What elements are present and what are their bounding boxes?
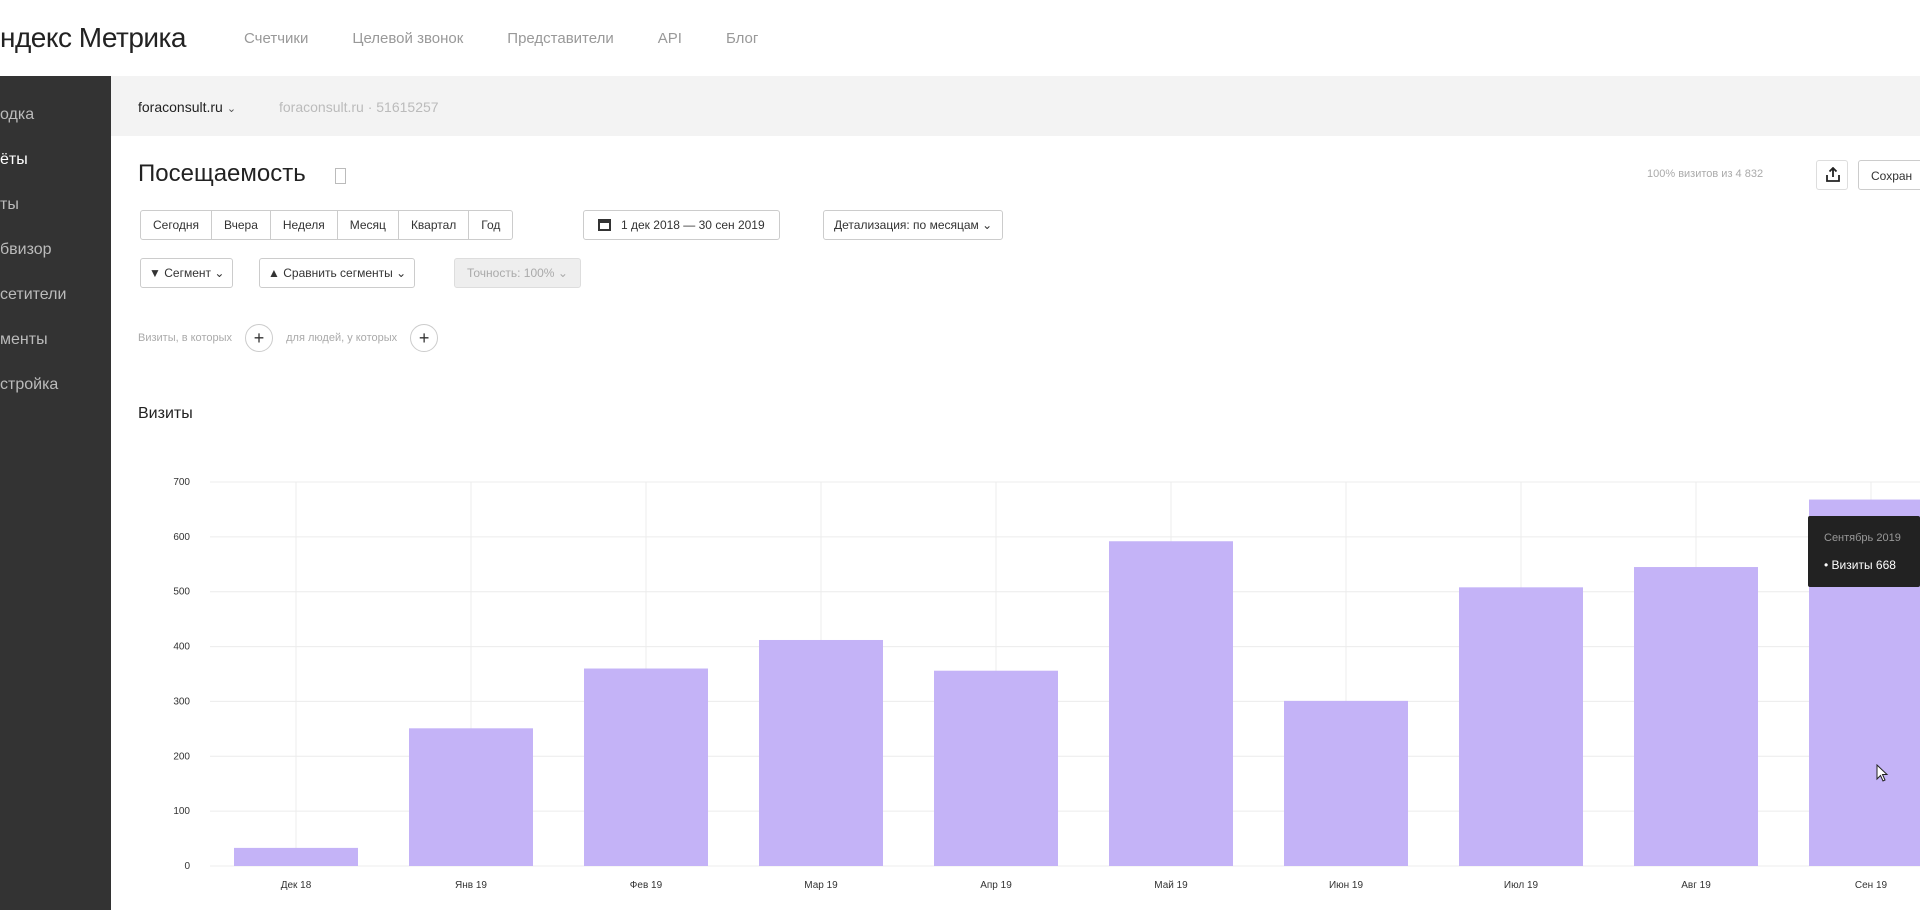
chevron-down-icon: ⌄ bbox=[396, 266, 407, 280]
y-tick-label: 700 bbox=[173, 477, 190, 488]
y-tick-label: 300 bbox=[173, 696, 190, 707]
period-yesterday-button[interactable]: Вчера bbox=[212, 211, 271, 239]
x-tick-label: Апр 19 bbox=[980, 880, 1012, 891]
bar-9 bbox=[1634, 567, 1758, 866]
export-icon bbox=[1826, 167, 1840, 182]
bar-3 bbox=[584, 668, 708, 866]
detail-label: Детализация: по месяцам bbox=[834, 218, 979, 232]
accuracy-selector[interactable]: Точность: 100% ⌄ bbox=[454, 258, 581, 288]
x-tick-label: Май 19 bbox=[1154, 880, 1188, 891]
filter-row: Визиты, в которых + для людей, у которых… bbox=[138, 324, 448, 352]
visits-filter-label: Визиты, в которых bbox=[138, 331, 232, 344]
segment-button[interactable]: ▼ Сегмент ⌄ bbox=[140, 258, 234, 288]
tooltip-title: Сентябрь 2019 bbox=[1824, 532, 1901, 544]
add-visit-filter-button[interactable]: + bbox=[245, 324, 274, 352]
nav-representatives[interactable]: Представители bbox=[507, 30, 613, 47]
top-bar: ндекс Метрика Счетчики Целевой звонок Пр… bbox=[0, 0, 1920, 76]
chevron-down-icon: ⌄ bbox=[226, 103, 237, 115]
tooltip-value: • Визиты 668 bbox=[1824, 558, 1896, 572]
segment-label: Сегмент bbox=[164, 266, 211, 280]
save-report-button[interactable]: Сохран bbox=[1858, 160, 1920, 190]
export-button[interactable] bbox=[1816, 160, 1848, 190]
bar-4 bbox=[759, 639, 883, 866]
nav-counters[interactable]: Счетчики bbox=[244, 30, 308, 47]
bookmark-icon[interactable] bbox=[335, 168, 346, 184]
period-today-button[interactable]: Сегодня bbox=[141, 211, 212, 239]
x-tick-label: Янв 19 bbox=[455, 880, 487, 891]
add-people-filter-button[interactable]: + bbox=[410, 324, 439, 352]
sidebar-item-settings[interactable]: стройка bbox=[0, 376, 58, 394]
x-tick-label: Сен 19 bbox=[1855, 880, 1888, 891]
calendar-icon bbox=[598, 219, 611, 231]
metrika-logo[interactable]: ндекс Метрика bbox=[0, 22, 186, 54]
chevron-down-icon: ⌄ bbox=[557, 266, 568, 280]
page-title: Посещаемость bbox=[138, 160, 306, 187]
period-selector: Сегодня Вчера Неделя Месяц Квартал Год bbox=[140, 210, 514, 240]
counter-selector[interactable]: foraconsult.ru ⌄ bbox=[138, 99, 236, 115]
compare-icon: ▲ bbox=[268, 266, 280, 280]
chart-title: Визиты bbox=[138, 405, 193, 422]
counter-id: foraconsult.ru · 51615257 bbox=[279, 99, 439, 115]
bar-6 bbox=[1109, 541, 1233, 866]
bar-1 bbox=[234, 847, 358, 866]
people-filter-label: для людей, у которых bbox=[286, 331, 398, 344]
period-week-button[interactable]: Неделя bbox=[271, 211, 338, 239]
period-quarter-button[interactable]: Квартал bbox=[399, 211, 470, 239]
sidebar-item-goals[interactable]: ты bbox=[0, 196, 19, 214]
bar-8 bbox=[1459, 587, 1583, 866]
y-tick-label: 600 bbox=[173, 532, 190, 543]
detail-selector[interactable]: Детализация: по месяцам ⌄ bbox=[823, 210, 1004, 240]
compare-segments-button[interactable]: ▲ Сравнить сегменты ⌄ bbox=[259, 258, 416, 288]
x-tick-label: Фев 19 bbox=[630, 880, 663, 891]
chevron-down-icon: ⌄ bbox=[982, 218, 993, 232]
x-tick-label: Мар 19 bbox=[804, 880, 838, 891]
y-tick-label: 100 bbox=[173, 806, 190, 817]
sidebar-item-summary[interactable]: одка bbox=[0, 106, 34, 124]
date-range-label: 1 дек 2018 — 30 сен 2019 bbox=[621, 218, 765, 232]
period-year-button[interactable]: Год bbox=[469, 211, 512, 239]
bar-7 bbox=[1284, 700, 1408, 866]
chart-tooltip: Сентябрь 2019 • Визиты 668 bbox=[1808, 516, 1920, 587]
y-tick-label: 200 bbox=[173, 751, 190, 762]
top-nav: Счетчики Целевой звонок Представители AP… bbox=[244, 30, 802, 47]
nav-blog[interactable]: Блог bbox=[726, 30, 758, 47]
x-tick-label: Дек 18 bbox=[281, 880, 312, 891]
y-tick-label: 400 bbox=[173, 642, 190, 653]
period-month-button[interactable]: Месяц bbox=[338, 211, 399, 239]
accuracy-label: Точность: 100% bbox=[467, 266, 555, 280]
sidebar-item-visitors[interactable]: сетители bbox=[0, 286, 66, 304]
bar-2 bbox=[409, 728, 533, 866]
x-tick-label: Июн 19 bbox=[1329, 880, 1364, 891]
sidebar-item-reports[interactable]: ёты bbox=[0, 151, 28, 169]
chevron-down-icon: ⌄ bbox=[214, 266, 225, 280]
date-range-button[interactable]: 1 дек 2018 — 30 сен 2019 bbox=[583, 210, 780, 240]
mouse-cursor-icon bbox=[1876, 764, 1889, 782]
x-tick-label: Авг 19 bbox=[1681, 880, 1711, 891]
nav-target-call[interactable]: Целевой звонок bbox=[352, 30, 463, 47]
compare-label: Сравнить сегменты bbox=[283, 266, 393, 280]
x-tick-label: Июл 19 bbox=[1504, 880, 1539, 891]
sidebar-item-webvisor[interactable]: бвизор bbox=[0, 241, 52, 259]
nav-api[interactable]: API bbox=[658, 30, 682, 47]
sidebar: одка ёты ты бвизор сетители менты стройк… bbox=[0, 76, 111, 910]
sample-info: 100% визитов из 4 832 bbox=[1647, 168, 1764, 180]
filter-icon: ▼ bbox=[149, 266, 161, 280]
counter-selector-label: foraconsult.ru bbox=[138, 99, 223, 115]
visits-bar-chart: 0 100 200 300 400 500 600 700 Дек 18 Янв 19 Фев 19… bbox=[173, 477, 1920, 891]
counter-bar: foraconsult.ru ⌄ foraconsult.ru · 5161525… bbox=[111, 76, 1920, 136]
y-tick-label: 0 bbox=[184, 861, 190, 872]
y-tick-label: 500 bbox=[173, 587, 190, 598]
sidebar-item-segments[interactable]: менты bbox=[0, 331, 48, 349]
bar-5 bbox=[934, 670, 1058, 866]
